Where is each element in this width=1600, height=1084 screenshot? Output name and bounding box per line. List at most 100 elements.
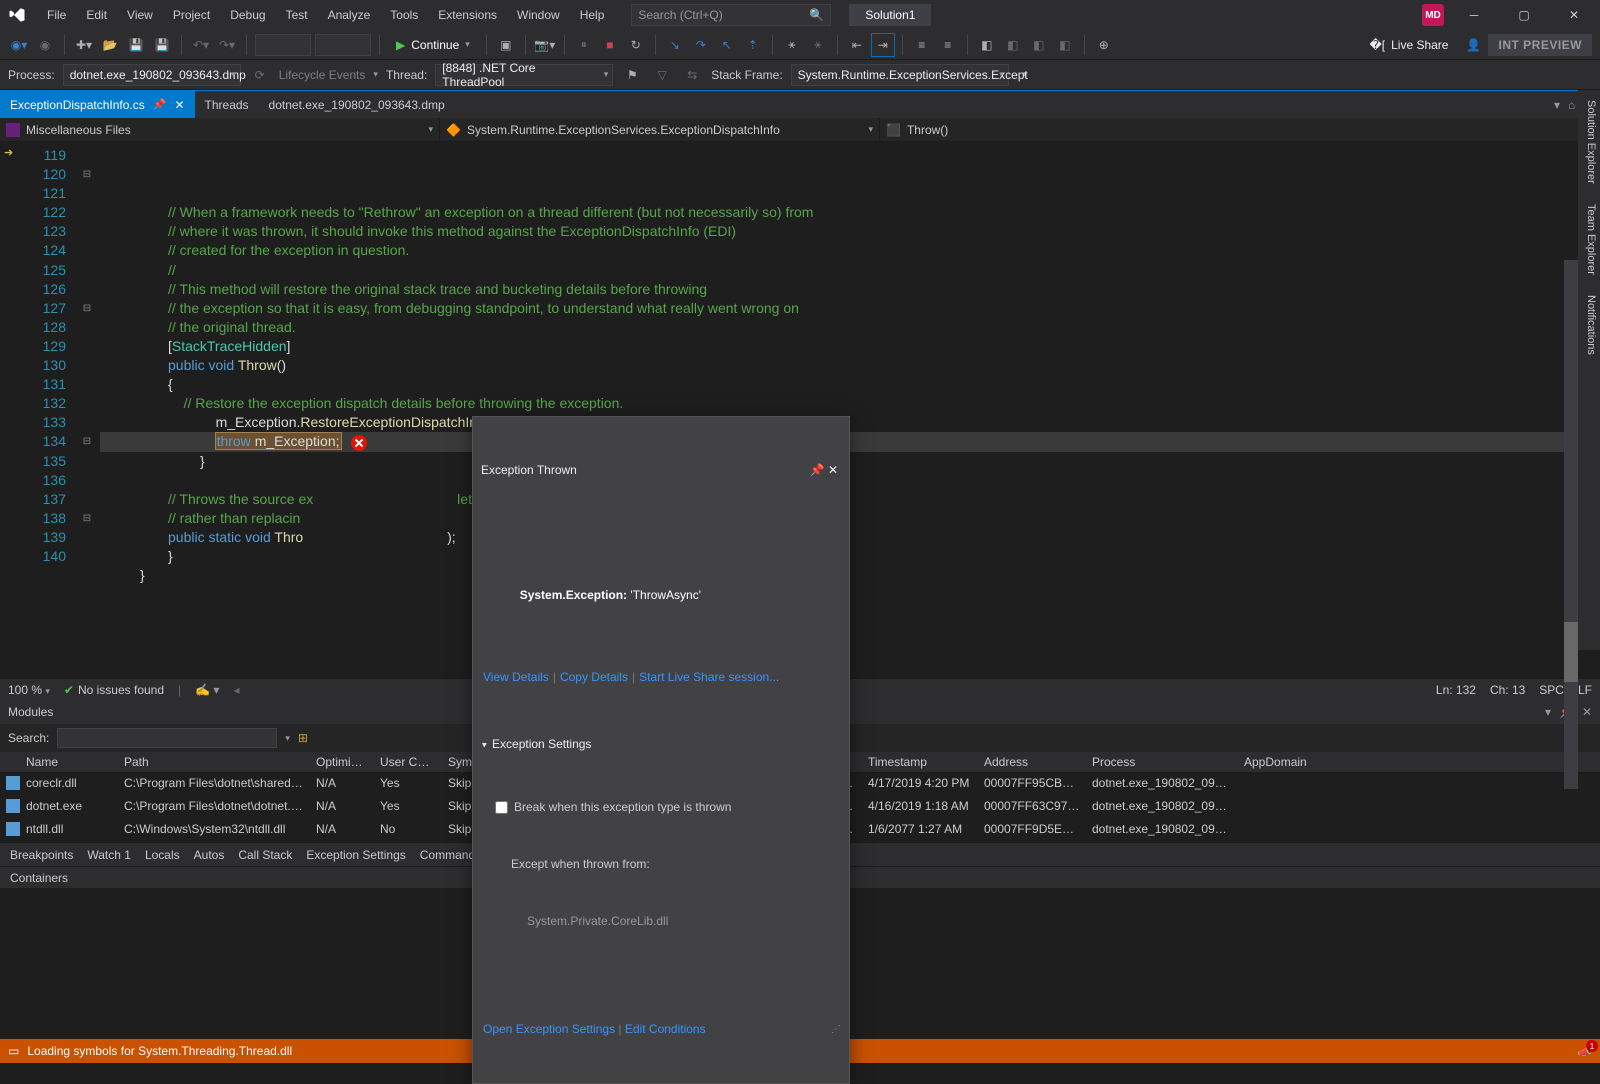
next-bookmark-icon[interactable]: ◧ [1002, 34, 1024, 56]
pause-icon[interactable]: ⏸ [573, 34, 595, 56]
code-content[interactable]: // When a framework needs to "Rethrow" a… [100, 142, 1600, 678]
menu-analyze[interactable]: Analyze [319, 4, 380, 26]
issues-status[interactable]: ✔No issues found [64, 683, 164, 697]
editor-scrollbar-thumb[interactable] [1564, 622, 1578, 682]
menu-window[interactable]: Window [508, 4, 569, 26]
indent-icon[interactable]: ⇥ [872, 34, 894, 56]
debug-target-icon[interactable]: ▣ [495, 34, 517, 56]
caret-icon[interactable]: ✍ ▾ [195, 683, 219, 697]
feedback-icon[interactable]: 👤 [1462, 34, 1484, 56]
thread-flag-icon[interactable]: ⚑ [621, 64, 643, 86]
exception-footer-link-0[interactable]: Open Exception Settings [483, 1020, 615, 1039]
back-icon[interactable]: ◉▾ [8, 34, 30, 56]
comment-icon[interactable]: ≡ [911, 34, 933, 56]
panel-close-icon[interactable]: ✕ [1582, 705, 1592, 719]
open-icon[interactable]: 📂 [99, 34, 121, 56]
code-editor[interactable]: ⊟⊟⊟⊟ 11912012112212312412512612712812913… [0, 142, 1600, 678]
column-header[interactable]: Path [118, 752, 310, 772]
column-header[interactable]: Process [1086, 752, 1238, 772]
bookmark-icon[interactable]: ◧ [976, 34, 998, 56]
expand-icon[interactable]: ⊕ [1093, 34, 1115, 56]
tooltab-autos[interactable]: Autos [194, 848, 225, 862]
exception-footer-link-1[interactable]: Edit Conditions [625, 1020, 706, 1039]
close-button[interactable]: ✕ [1554, 1, 1594, 29]
menu-project[interactable]: Project [164, 4, 219, 26]
toggle2-icon[interactable]: ⚹ [807, 34, 829, 56]
zoom-level[interactable]: 100 % ▾ [8, 683, 50, 697]
uncomment-icon[interactable]: ≡ [937, 34, 959, 56]
column-header[interactable]: AppDomain [1238, 752, 1318, 772]
exception-link-0[interactable]: View Details [483, 670, 549, 684]
tooltab-watch-1[interactable]: Watch 1 [87, 848, 131, 862]
dock-tab-notifications[interactable]: Notifications [1578, 285, 1600, 365]
step-into-icon[interactable]: ↘ [664, 34, 686, 56]
exception-link-2[interactable]: Start Live Share session... [639, 670, 779, 684]
menu-file[interactable]: File [38, 4, 75, 26]
continue-button[interactable]: ▶ Continue ▾ [388, 33, 478, 57]
menu-test[interactable]: Test [277, 4, 317, 26]
column-header[interactable]: User Code [374, 752, 442, 772]
thread-dropdown[interactable]: [8848] .NET Core ThreadPool [435, 64, 613, 86]
live-share-button[interactable]: �[ Live Share [1359, 38, 1458, 52]
forward-icon[interactable]: ◉ [34, 34, 56, 56]
dock-tab-solution-explorer[interactable]: Solution Explorer [1578, 90, 1600, 194]
maximize-button[interactable]: ▢ [1504, 1, 1544, 29]
clear-bookmark-icon[interactable]: ◧ [1054, 34, 1076, 56]
minimize-button[interactable]: ─ [1454, 1, 1494, 29]
run-to-cursor-icon[interactable]: ⇡ [742, 34, 764, 56]
lifecycle-icon[interactable]: ⟳ [249, 64, 271, 86]
prev-bookmark-icon[interactable]: ◧ [1028, 34, 1050, 56]
filter-icon[interactable]: ▽ [651, 64, 673, 86]
tooltab-exception-settings[interactable]: Exception Settings [306, 848, 405, 862]
column-header[interactable]: Name [20, 752, 118, 772]
menu-debug[interactable]: Debug [221, 4, 274, 26]
exception-link-1[interactable]: Copy Details [560, 670, 628, 684]
menu-help[interactable]: Help [571, 4, 614, 26]
tab-dotnet-exe-190802-093643-dmp[interactable]: dotnet.exe_190802_093643.dmp [259, 91, 455, 118]
column-header[interactable]: Timestamp [862, 752, 978, 772]
step-out-icon[interactable]: ↖ [716, 34, 738, 56]
save-icon[interactable]: 💾 [125, 34, 147, 56]
save-all-icon[interactable]: 💾 [151, 34, 173, 56]
tooltab-call-stack[interactable]: Call Stack [238, 848, 292, 862]
pin-icon[interactable]: 📌 [153, 98, 167, 111]
step-over-icon[interactable]: ↷ [690, 34, 712, 56]
menu-edit[interactable]: Edit [77, 4, 116, 26]
modules-refresh-icon[interactable]: ⊞ [298, 731, 308, 745]
solution-name[interactable]: Solution1 [849, 4, 931, 26]
notifications-icon[interactable]: 📣1 [1577, 1044, 1592, 1058]
user-avatar[interactable]: MD [1422, 4, 1444, 26]
tooltab-locals[interactable]: Locals [145, 848, 180, 862]
dock-tab-team-explorer[interactable]: Team Explorer [1578, 194, 1600, 285]
menu-extensions[interactable]: Extensions [429, 4, 506, 26]
config-dropdown[interactable] [255, 34, 311, 56]
stackframe-dropdown[interactable]: System.Runtime.ExceptionServices.Except [791, 64, 1009, 86]
thread-nav-icon[interactable]: ⇆ [681, 64, 703, 86]
tab-threads[interactable]: Threads [195, 91, 259, 118]
global-search-input[interactable]: Search (Ctrl+Q) 🔍 [631, 4, 831, 26]
member-dropdown[interactable]: ⬛ Throw() [880, 118, 1600, 141]
process-dropdown[interactable]: dotnet.exe_190802_093643.dmp [63, 64, 241, 86]
modules-search-input[interactable] [57, 728, 277, 748]
menu-tools[interactable]: Tools [381, 4, 427, 26]
tooltab-containers[interactable]: Containers [10, 871, 68, 885]
panel-dropdown-icon[interactable]: ▾ [1545, 705, 1551, 719]
undo-icon[interactable]: ↶▾ [190, 34, 212, 56]
pin-icon[interactable]: 📌 [809, 461, 825, 480]
new-item-icon[interactable]: ✚▾ [73, 34, 95, 56]
exception-settings-header[interactable]: Exception Settings [483, 735, 839, 755]
restart-icon[interactable]: ↻ [625, 34, 647, 56]
break-on-exception-checkbox[interactable]: Break when this exception type is thrown [495, 798, 839, 817]
platform-dropdown[interactable] [315, 34, 371, 56]
toggle-icon[interactable]: ⚹ [781, 34, 803, 56]
close-icon[interactable]: ✕ [825, 461, 841, 480]
stop-icon[interactable]: ■ [599, 34, 621, 56]
column-header[interactable]: Optimized [310, 752, 374, 772]
column-header[interactable]: Address [978, 752, 1086, 772]
tab-home-icon[interactable]: ⌂ [1568, 98, 1575, 112]
project-dropdown[interactable]: Miscellaneous Files [0, 118, 440, 141]
screenshot-icon[interactable]: 📷▾ [534, 34, 556, 56]
class-dropdown[interactable]: 🔶 System.Runtime.ExceptionServices.Excep… [440, 118, 880, 141]
editor-scrollbar[interactable] [1564, 260, 1578, 789]
menu-view[interactable]: View [118, 4, 162, 26]
